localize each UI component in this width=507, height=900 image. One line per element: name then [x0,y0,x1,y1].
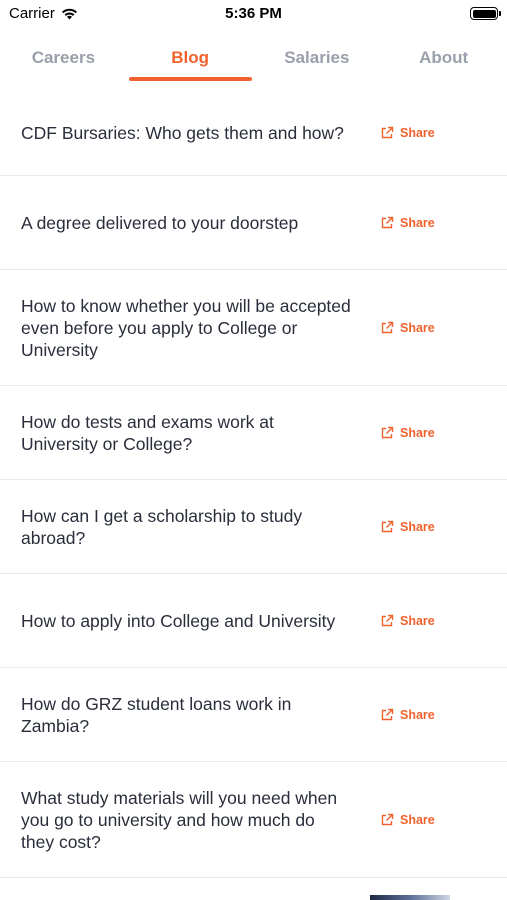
share-icon [381,708,394,720]
share-button[interactable]: Share [380,614,435,628]
list-item[interactable]: A degree delivered to your doorstep Shar… [0,176,507,270]
share-label: Share [400,613,435,628]
share-icon [381,520,394,532]
post-title: How to know whether you will be accepted… [21,295,351,360]
share-button[interactable]: Share [380,813,435,827]
share-icon [381,426,394,438]
clock: 5:36 PM [225,5,282,22]
share-label: Share [400,707,435,722]
share-label: Share [400,215,435,230]
tab-label: Blog [171,48,210,67]
share-label: Share [400,320,435,335]
tab-bar: Careers Blog Salaries About [0,40,507,84]
post-title: How can I get a scholarship to study abr… [21,505,303,548]
share-icon [381,321,394,333]
tab-careers[interactable]: Careers [0,40,127,84]
list-item[interactable]: CDF Bursaries: Who gets them and how? Sh… [0,90,507,176]
post-title: How do GRZ student loans work in Zambia? [21,693,292,736]
share-icon [381,126,394,138]
tab-salaries[interactable]: Salaries [254,40,381,84]
post-title: How do tests and exams work at Universit… [21,411,274,454]
status-bar: Carrier 5:36 PM [0,0,507,28]
share-label: Share [400,125,435,140]
share-button[interactable]: Share [380,426,435,440]
tab-blog[interactable]: Blog [127,40,254,84]
post-title: What study materials will you need when … [21,787,338,852]
post-title: How to apply into College and University [21,610,336,631]
tab-label: Careers [31,48,96,67]
list-item[interactable]: How do GRZ student loans work in Zambia?… [0,668,507,762]
share-label: Share [400,812,435,827]
share-button[interactable]: Share [380,321,435,335]
tab-label: Salaries [284,48,350,67]
active-tab-indicator [128,77,252,81]
share-button[interactable]: Share [380,708,435,722]
share-icon [381,813,394,825]
share-label: Share [400,425,435,440]
list-item[interactable]: How to know whether you will be accepted… [0,270,507,386]
tab-label: About [419,48,469,67]
list-item[interactable]: How to apply into College and University… [0,574,507,668]
share-button[interactable]: Share [380,520,435,534]
share-label: Share [400,519,435,534]
list-item[interactable]: What study materials will you need when … [0,762,507,878]
tab-about[interactable]: About [380,40,507,84]
battery-icon [470,7,501,20]
share-icon [381,614,394,626]
post-title: A degree delivered to your doorstep [21,212,299,233]
post-title: CDF Bursaries: Who gets them and how? [21,122,344,143]
next-post-thumbnail [370,895,450,900]
share-button[interactable]: Share [380,216,435,230]
share-button[interactable]: Share [380,126,435,140]
list-item[interactable]: How do tests and exams work at Universit… [0,386,507,480]
list-item[interactable]: How can I get a scholarship to study abr… [0,480,507,574]
blog-list: CDF Bursaries: Who gets them and how? Sh… [0,90,507,878]
share-icon [381,216,394,228]
